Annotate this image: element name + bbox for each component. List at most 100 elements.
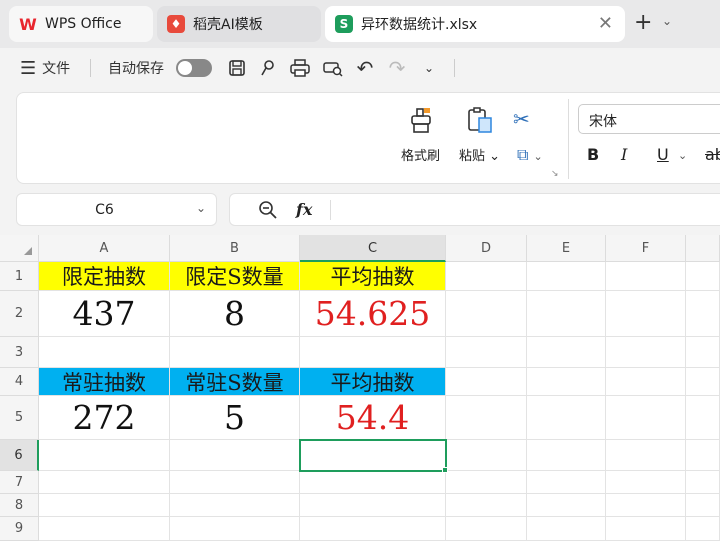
underline-button[interactable]: U — [657, 145, 669, 164]
cell-f3[interactable] — [606, 337, 686, 368]
cell-e8[interactable] — [527, 494, 606, 517]
row-header-8[interactable]: 8 — [0, 494, 39, 517]
cell-d4[interactable] — [446, 368, 527, 396]
cell-g4[interactable] — [686, 368, 720, 396]
cell-d2[interactable] — [446, 291, 527, 337]
cell-e3[interactable] — [527, 337, 606, 368]
cell-f6[interactable] — [606, 440, 686, 471]
cell-b9[interactable] — [170, 517, 300, 541]
tab-daoke-ai[interactable]: ♦ 稻壳AI模板 — [157, 6, 321, 42]
export-pdf-icon[interactable] — [257, 57, 279, 79]
cell-f5[interactable] — [606, 396, 686, 440]
row-header-7[interactable]: 7 — [0, 471, 39, 494]
chevron-down-icon[interactable]: ⌄ — [196, 201, 206, 215]
cell-g8[interactable] — [686, 494, 720, 517]
cell-f8[interactable] — [606, 494, 686, 517]
cell-c5[interactable]: 54.4 — [300, 396, 446, 440]
close-icon[interactable]: ✕ — [598, 13, 613, 34]
cell-d9[interactable] — [446, 517, 527, 541]
cell-c9[interactable] — [300, 517, 446, 541]
file-menu-button[interactable]: ☰ 文件 — [20, 48, 70, 88]
cell-d1[interactable] — [446, 262, 527, 291]
cell-g3[interactable] — [686, 337, 720, 368]
undo-icon[interactable]: ↶ — [354, 56, 376, 80]
autosave-toggle[interactable] — [176, 59, 212, 77]
plus-icon[interactable]: + — [634, 10, 652, 35]
format-painter-button[interactable]: 格式刷 — [401, 105, 440, 164]
function-icon[interactable]: fx — [296, 200, 312, 219]
cell-a7[interactable] — [39, 471, 170, 494]
cell-b8[interactable] — [170, 494, 300, 517]
cell-a2[interactable]: 437 — [39, 291, 170, 337]
cell-d6[interactable] — [446, 440, 527, 471]
strikethrough-button[interactable]: ab — [705, 145, 720, 164]
cell-b4[interactable]: 常驻S数量 — [170, 368, 300, 396]
italic-button[interactable]: I — [621, 145, 627, 164]
cell-f7[interactable] — [606, 471, 686, 494]
cell-a9[interactable] — [39, 517, 170, 541]
fill-handle[interactable] — [442, 467, 448, 473]
formula-input[interactable] — [342, 202, 702, 220]
cell-a3[interactable] — [39, 337, 170, 368]
dialog-launcher-icon[interactable]: ↘ — [551, 169, 559, 179]
cell-c3[interactable] — [300, 337, 446, 368]
cell-e1[interactable] — [527, 262, 606, 291]
cell-c6[interactable] — [300, 440, 446, 471]
cell-g1[interactable] — [686, 262, 720, 291]
cell-c7[interactable] — [300, 471, 446, 494]
font-name-box[interactable]: 宋体 — [578, 104, 720, 134]
cell-d3[interactable] — [446, 337, 527, 368]
cell-b6[interactable] — [170, 440, 300, 471]
chevron-down-icon[interactable]: ⌄ — [418, 57, 440, 79]
cell-a8[interactable] — [39, 494, 170, 517]
row-header-4[interactable]: 4 — [0, 368, 39, 396]
cell-a5[interactable]: 272 — [39, 396, 170, 440]
cell-c8[interactable] — [300, 494, 446, 517]
cell-d5[interactable] — [446, 396, 527, 440]
zoom-out-icon[interactable] — [258, 200, 278, 224]
scissors-icon[interactable]: ✂ — [513, 107, 530, 131]
cell-g2[interactable] — [686, 291, 720, 337]
column-header-c[interactable]: C — [300, 235, 446, 262]
column-header-a[interactable]: A — [39, 235, 170, 262]
column-header-e[interactable]: E — [527, 235, 606, 262]
cell-a4[interactable]: 常驻抽数 — [39, 368, 170, 396]
save-icon[interactable] — [226, 57, 248, 79]
print-preview-icon[interactable] — [322, 57, 344, 79]
select-all-corner[interactable] — [0, 235, 39, 262]
cell-g6[interactable] — [686, 440, 720, 471]
cell-c1[interactable]: 平均抽数 — [300, 262, 446, 291]
cell-e6[interactable] — [527, 440, 606, 471]
tab-spreadsheet[interactable]: S 异环数据统计.xlsx ✕ — [325, 6, 625, 42]
cell-e5[interactable] — [527, 396, 606, 440]
cell-g7[interactable] — [686, 471, 720, 494]
cell-b5[interactable]: 5 — [170, 396, 300, 440]
cell-b1[interactable]: 限定S数量 — [170, 262, 300, 291]
chevron-down-icon[interactable]: ⌄ — [662, 14, 672, 28]
cell-g5[interactable] — [686, 396, 720, 440]
cell-a6[interactable] — [39, 440, 170, 471]
cell-b7[interactable] — [170, 471, 300, 494]
cell-g9[interactable] — [686, 517, 720, 541]
cell-e7[interactable] — [527, 471, 606, 494]
cell-e9[interactable] — [527, 517, 606, 541]
print-icon[interactable] — [289, 57, 311, 79]
cell-e2[interactable] — [527, 291, 606, 337]
tab-wps-office[interactable]: W WPS Office — [9, 6, 153, 42]
cell-d7[interactable] — [446, 471, 527, 494]
cell-a1[interactable]: 限定抽数 — [39, 262, 170, 291]
cell-c4[interactable]: 平均抽数 — [300, 368, 446, 396]
column-header-b[interactable]: B — [170, 235, 300, 262]
row-header-5[interactable]: 5 — [0, 396, 39, 440]
cell-f9[interactable] — [606, 517, 686, 541]
cell-f1[interactable] — [606, 262, 686, 291]
copy-icon[interactable]: ⧉ ⌄ — [517, 145, 543, 165]
row-header-2[interactable]: 2 — [0, 291, 39, 337]
row-header-6[interactable]: 6 — [0, 440, 39, 471]
row-header-9[interactable]: 9 — [0, 517, 39, 541]
column-header-f[interactable]: F — [606, 235, 686, 262]
name-box[interactable]: C6 ⌄ — [16, 193, 217, 226]
cell-f4[interactable] — [606, 368, 686, 396]
cell-b2[interactable]: 8 — [170, 291, 300, 337]
cell-f2[interactable] — [606, 291, 686, 337]
